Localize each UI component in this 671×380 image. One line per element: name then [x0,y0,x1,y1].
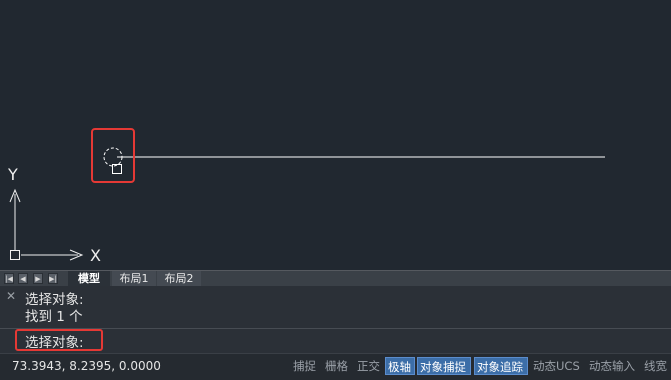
status-toggle-button[interactable]: 动态UCS [531,357,583,375]
tab-layout2[interactable]: 布局2 [157,271,201,286]
status-toggle-button[interactable]: 对象追踪 [474,357,528,375]
axis-y-label: Y [8,165,18,184]
tab-layout1[interactable]: 布局1 [112,271,156,286]
coordinate-readout: 73.3943, 8.2395, 0.0000 [12,359,161,373]
ucs-icon [9,188,84,261]
status-toggle-button[interactable]: 线宽 [642,357,671,375]
status-toggle-button[interactable]: 捕捉 [291,357,319,375]
cursor-highlight-box [91,128,135,183]
axis-x-label: X [90,246,101,265]
command-line-input[interactable]: 选择对象: [0,328,671,354]
status-bar: 73.3943, 8.2395, 0.0000 捕捉 栅格 正交 极轴 对象捕捉 对象追踪… [0,353,671,380]
tab-model[interactable]: 模型 [68,271,110,286]
close-icon[interactable]: ✕ [6,289,16,303]
pickbox-icon [112,164,122,174]
command-history: ✕ 选择对象: 找到 1 个 [0,286,671,328]
status-toggle-button[interactable]: 动态输入 [587,357,639,375]
drawing-svg[interactable] [0,0,671,270]
status-toggle-button[interactable]: 对象捕捉 [417,357,471,375]
status-toggle-button[interactable]: 极轴 [385,357,415,375]
first-tab-icon[interactable]: |◀ [4,273,14,284]
status-toggle-button[interactable]: 栅格 [323,357,351,375]
drawing-canvas[interactable]: Y X [0,0,671,270]
status-toggle-button[interactable]: 正交 [355,357,383,375]
layout-tab-bar: |◀ ◀ ▶ ▶| 模型 布局1 布局2 [0,270,671,286]
prev-tab-icon[interactable]: ◀ [18,273,28,284]
history-line: 找到 1 个 [25,309,83,325]
command-prompt: 选择对象: [25,335,84,351]
last-tab-icon[interactable]: ▶| [48,273,58,284]
next-tab-icon[interactable]: ▶ [33,273,43,284]
